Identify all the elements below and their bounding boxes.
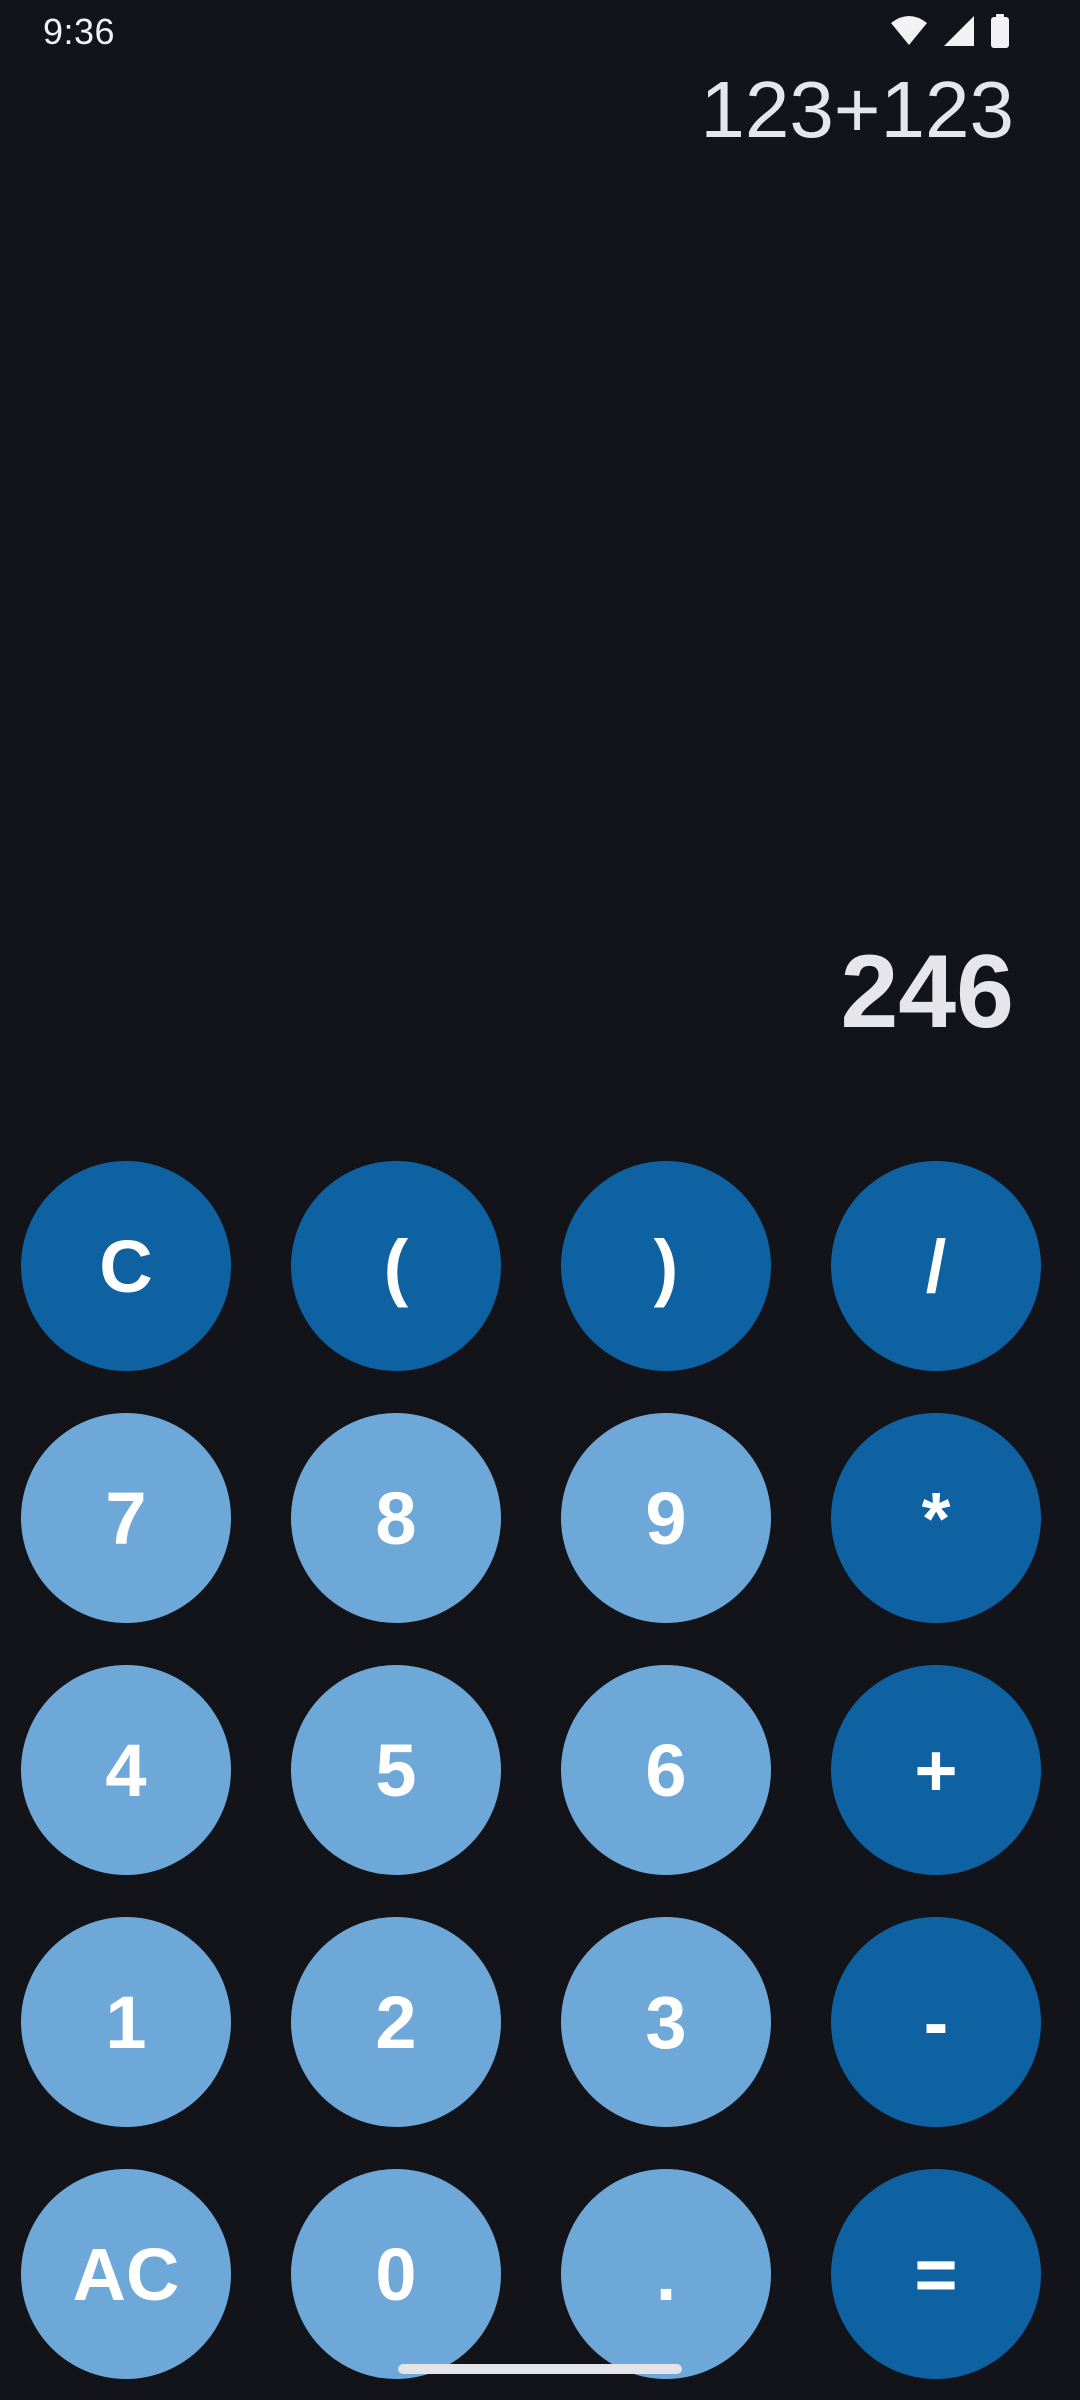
open-paren-button[interactable]: ( — [291, 1161, 501, 1371]
digit-1-button[interactable]: 1 — [21, 1917, 231, 2127]
result-display: 246 — [840, 934, 1014, 1050]
digit-4-button[interactable]: 4 — [21, 1665, 231, 1875]
subtract-button[interactable]: - — [831, 1917, 1041, 2127]
decimal-point-button[interactable]: . — [561, 2169, 771, 2379]
equals-button[interactable]: = — [831, 2169, 1041, 2379]
digit-9-button[interactable]: 9 — [561, 1413, 771, 1623]
multiply-button[interactable]: * — [831, 1413, 1041, 1623]
digit-8-button[interactable]: 8 — [291, 1413, 501, 1623]
battery-icon — [990, 14, 1010, 48]
digit-2-button[interactable]: 2 — [291, 1917, 501, 2127]
add-button[interactable]: + — [831, 1665, 1041, 1875]
digit-0-button[interactable]: 0 — [291, 2169, 501, 2379]
wifi-icon — [890, 15, 928, 47]
digit-3-button[interactable]: 3 — [561, 1917, 771, 2127]
close-paren-button[interactable]: ) — [561, 1161, 771, 1371]
expression-display: 123+123 — [700, 65, 1014, 154]
status-time: 9:36 — [43, 11, 116, 52]
digit-7-button[interactable]: 7 — [21, 1413, 231, 1623]
all-clear-button[interactable]: AC — [21, 2169, 231, 2379]
digit-5-button[interactable]: 5 — [291, 1665, 501, 1875]
signal-icon — [942, 15, 976, 47]
divide-button[interactable]: / — [831, 1161, 1041, 1371]
status-icons — [890, 14, 1010, 48]
clear-button[interactable]: C — [21, 1161, 231, 1371]
calculator-screen: 9:36 123+123 246 C ( ) / 7 8 9 * 4 5 6 + — [0, 0, 1080, 2400]
home-gesture-bar[interactable] — [398, 2364, 682, 2374]
digit-6-button[interactable]: 6 — [561, 1665, 771, 1875]
